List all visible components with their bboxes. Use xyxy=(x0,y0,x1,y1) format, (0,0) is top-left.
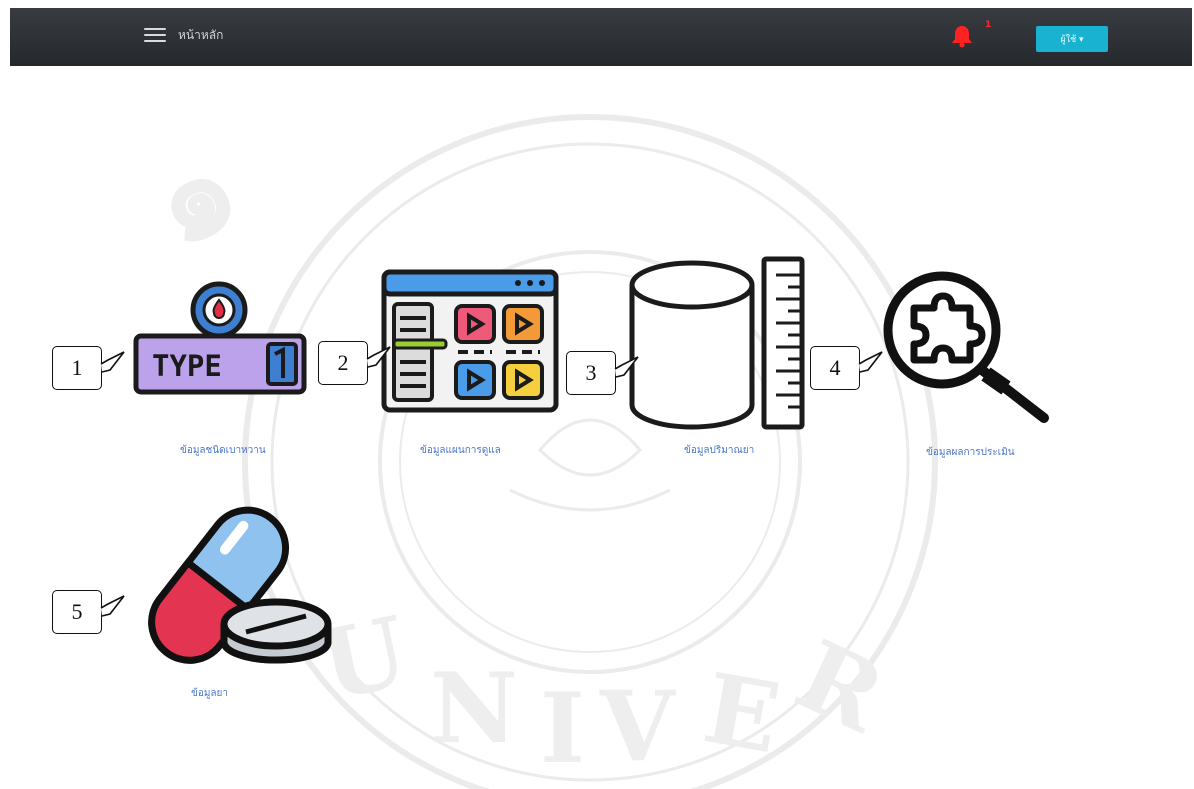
svg-text:TYPE: TYPE xyxy=(152,349,222,383)
callout-2: 2 xyxy=(318,341,391,385)
svg-text:R: R xyxy=(780,618,901,755)
tile-label: ข้อมูลปริมาณยา xyxy=(684,445,755,456)
tile-label: ข้อมูลยา xyxy=(191,688,229,699)
callout-1: 1 xyxy=(52,346,125,390)
media-dashboard-icon xyxy=(381,269,559,413)
tile-label: ข้อมูลผลการประเมิน xyxy=(926,447,1015,458)
tile-care-plan[interactable]: ข้อมูลแผนการดูแล xyxy=(380,268,570,468)
hamburger-menu-icon[interactable] xyxy=(144,24,166,44)
notification-count-badge: 1 xyxy=(985,20,992,30)
page-title: หน้าหลัก xyxy=(178,28,224,42)
medicine-pill-icon xyxy=(148,506,332,664)
svg-text:๑: ๑ xyxy=(127,115,260,275)
tile-dosage[interactable]: ข้อมูลปริมาณยา xyxy=(626,255,816,470)
user-menu-button[interactable]: ผู้ใช้ ▾ xyxy=(1036,26,1108,52)
cylinder-ruler-icon xyxy=(629,256,805,430)
notification-bell-icon[interactable] xyxy=(951,24,973,48)
type1-diabetes-icon: TYPE xyxy=(133,281,307,395)
tile-diabetes-type[interactable]: TYPE ข้อมูลชนิดเบาหวาน xyxy=(130,270,320,470)
callout-3: 3 xyxy=(566,351,639,395)
callout-5: 5 xyxy=(52,590,125,634)
tile-medicine[interactable]: ข้อมูลยา xyxy=(146,494,336,699)
tile-label: ข้อมูลแผนการดูแล xyxy=(420,445,501,456)
tile-assessment[interactable]: ข้อมูลผลการประเมิน xyxy=(876,268,1066,468)
top-navbar: หน้าหลัก 1 ผู้ใช้ ▾ xyxy=(10,8,1192,66)
callout-4: 4 xyxy=(810,346,883,390)
svg-text:V: V xyxy=(599,670,676,783)
svg-text:I: I xyxy=(540,672,585,785)
svg-text:E: E xyxy=(696,651,788,775)
svg-text:N: N xyxy=(430,652,518,765)
puzzle-search-icon xyxy=(883,271,1049,423)
tile-label: ข้อมูลชนิดเบาหวาน xyxy=(180,445,266,456)
